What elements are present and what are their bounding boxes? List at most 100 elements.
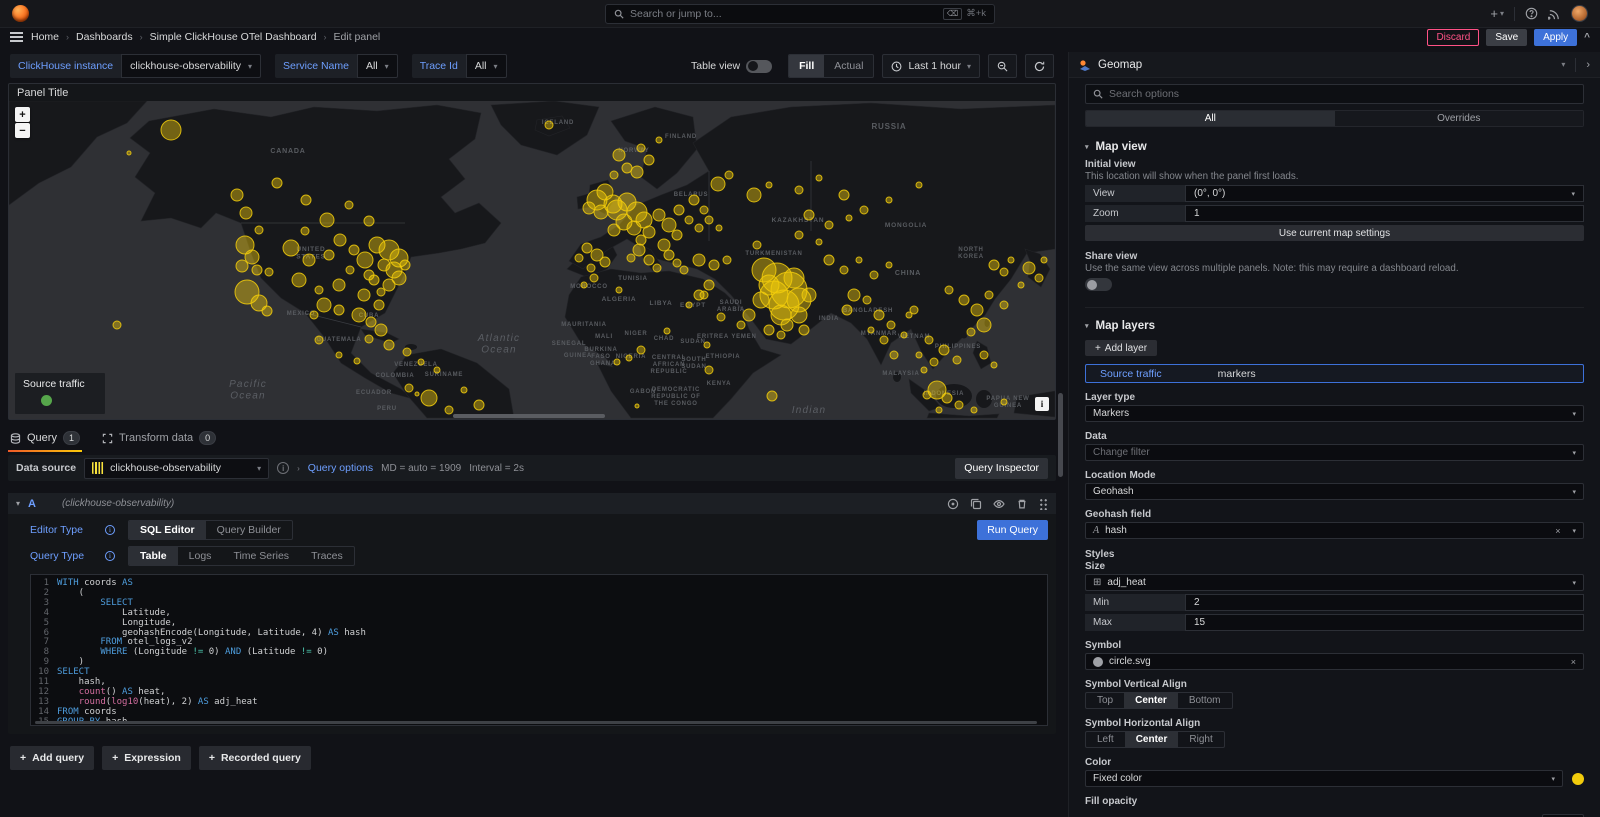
recorded-query-button[interactable]: +Recorded query	[199, 746, 311, 770]
query-builder-option[interactable]: Query Builder	[206, 521, 292, 539]
map-attribution-info-button[interactable]: i	[1035, 397, 1049, 411]
chevron-down-icon[interactable]: ▾	[1561, 60, 1565, 69]
query-type-time-series[interactable]: Time Series	[222, 547, 300, 565]
time-range-picker[interactable]: Last 1 hour ▾	[882, 54, 980, 78]
help-icon[interactable]	[1525, 7, 1538, 20]
add-query-button[interactable]: +Add query	[10, 746, 94, 770]
use-current-map-settings-button[interactable]: Use current map settings	[1085, 225, 1584, 241]
search-input[interactable]: Search or jump to... ⌫⌘+k	[605, 4, 995, 24]
actual-option[interactable]: Actual	[824, 55, 873, 77]
view-select[interactable]: (0°, 0°)▾	[1185, 185, 1584, 202]
add-new-button[interactable]: +▾	[1490, 7, 1504, 20]
query-inspector-button[interactable]: Query Inspector	[955, 458, 1048, 479]
data-select[interactable]: Change filter▾	[1085, 444, 1584, 461]
chevron-down-icon: ▾	[1085, 143, 1089, 151]
query-footer: +Add query +Expression +Recorded query	[10, 746, 1060, 770]
sql-editor-option[interactable]: SQL Editor	[129, 521, 206, 539]
grafana-logo-icon[interactable]	[12, 5, 29, 22]
hide-query-icon[interactable]	[993, 498, 1005, 510]
color-select[interactable]: Fixed color▾	[1085, 770, 1563, 787]
align-top-option[interactable]: Top	[1086, 693, 1124, 708]
duplicate-query-icon[interactable]	[970, 498, 982, 510]
tab-transform-data[interactable]: Transform data 0	[102, 426, 216, 450]
zoom-input[interactable]: 1	[1185, 205, 1584, 222]
map-zoom-in-button[interactable]: +	[15, 107, 30, 122]
map-view-section-header[interactable]: ▾Map view	[1085, 141, 1584, 153]
chevron-down-icon[interactable]: ▾	[16, 499, 20, 508]
sql-horizontal-scrollbar[interactable]	[35, 721, 1037, 724]
map-canvas[interactable]: RUSSIACANADAUNITEDSTATESMEXICOCUBAGUATEM…	[9, 101, 1055, 419]
align-center-option[interactable]: Center	[1124, 693, 1178, 708]
svg-text:MOROCCO: MOROCCO	[570, 284, 608, 290]
variable-value-dropdown[interactable]: All▾	[466, 54, 507, 78]
apply-button[interactable]: Apply	[1534, 29, 1577, 46]
query-type-traces[interactable]: Traces	[300, 547, 354, 565]
map-zoom-out-button[interactable]: −	[15, 123, 30, 138]
close-options-pane-icon[interactable]: ›	[1586, 59, 1590, 71]
panel-title[interactable]: Panel Title	[9, 84, 1055, 101]
search-icon	[614, 9, 624, 19]
user-avatar[interactable]	[1571, 5, 1588, 22]
query-row-header[interactable]: ▾ A (clickhouse-observability)	[8, 493, 1056, 514]
share-view-toggle[interactable]	[1085, 278, 1112, 291]
table-view-toggle[interactable]: Table view	[683, 54, 780, 78]
chevron-right-icon[interactable]: ›	[297, 464, 300, 473]
discard-button[interactable]: Discard	[1427, 29, 1479, 46]
clear-icon[interactable]: ×	[1571, 657, 1576, 667]
tab-overrides[interactable]: Overrides	[1335, 111, 1584, 126]
datasource-picker[interactable]: clickhouse-observability ▾	[84, 458, 269, 479]
svg-text:FINLAND: FINLAND	[665, 134, 697, 140]
query-editor-card: ▾ A (clickhouse-observability) Editor Ty…	[8, 493, 1056, 734]
news-icon[interactable]	[1548, 7, 1561, 20]
layer-type-select[interactable]: Markers▾	[1085, 405, 1584, 422]
min-input[interactable]: 2	[1185, 594, 1584, 611]
world-map[interactable]: RUSSIACANADAUNITEDSTATESMEXICOCUBAGUATEM…	[9, 101, 1055, 419]
drag-handle-icon[interactable]	[1039, 498, 1048, 510]
fill-actual-switch: Fill Actual	[788, 54, 874, 78]
map-layers-section-header[interactable]: ▾Map layers	[1085, 320, 1584, 332]
query-help-icon[interactable]	[947, 498, 959, 510]
query-options-link[interactable]: Query options	[308, 462, 373, 474]
editor-type-row: Editor Type i SQL Editor Query Builder R…	[30, 520, 1048, 540]
fill-option[interactable]: Fill	[789, 55, 824, 77]
tab-all[interactable]: All	[1086, 111, 1335, 126]
clear-icon[interactable]: ×	[1555, 526, 1560, 536]
symbol-select[interactable]: circle.svg ×	[1085, 653, 1584, 670]
menu-icon[interactable]	[10, 32, 23, 42]
breadcrumb-dashboards[interactable]: Dashboards	[76, 31, 133, 43]
save-button[interactable]: Save	[1486, 29, 1527, 46]
collapse-header-icon[interactable]: ^	[1584, 32, 1590, 43]
map-horizontal-scrollbar[interactable]	[453, 414, 605, 418]
sql-code[interactable]: WITH coords AS ( SELECT Latitude, Longit…	[57, 579, 366, 726]
variable-value-dropdown[interactable]: clickhouse-observability▾	[121, 54, 261, 78]
datasource-help-icon[interactable]: i	[277, 462, 289, 474]
zoom-field-label: Zoom	[1085, 205, 1185, 222]
fixed-color-swatch[interactable]	[1572, 773, 1584, 785]
max-input[interactable]: 15	[1185, 614, 1584, 631]
align-right-option[interactable]: Right	[1178, 732, 1223, 747]
layer-item-source-traffic[interactable]: Source traffic markers	[1085, 364, 1584, 383]
options-search-input[interactable]: Search options	[1085, 84, 1584, 104]
query-type-table[interactable]: Table	[129, 547, 178, 565]
variable-value-dropdown[interactable]: All▾	[357, 54, 398, 78]
geomap-panel: Panel Title RUSSIACANADAUNITEDSTATESMEXI…	[8, 83, 1056, 420]
run-query-button[interactable]: Run Query	[977, 520, 1048, 540]
breadcrumb-dashboard-name[interactable]: Simple ClickHouse OTel Dashboard	[150, 31, 317, 43]
breadcrumb-home[interactable]: Home	[31, 31, 59, 43]
tab-query[interactable]: Query 1	[10, 426, 80, 450]
align-center-option[interactable]: Center	[1125, 732, 1179, 747]
size-select[interactable]: ⊞ adj_heat▾	[1085, 574, 1584, 591]
svg-text:KENYA: KENYA	[707, 381, 731, 387]
expression-button[interactable]: +Expression	[102, 746, 191, 770]
location-mode-select[interactable]: Geohash▾	[1085, 483, 1584, 500]
query-type-logs[interactable]: Logs	[178, 547, 223, 565]
align-left-option[interactable]: Left	[1086, 732, 1125, 747]
align-bottom-option[interactable]: Bottom	[1178, 693, 1232, 708]
zoom-out-time-button[interactable]	[988, 54, 1017, 78]
geohash-field-select[interactable]: A hash ×▾	[1085, 522, 1584, 539]
main-vertical-scrollbar[interactable]	[1058, 393, 1063, 477]
delete-query-icon[interactable]	[1016, 498, 1028, 510]
add-layer-button[interactable]: +Add layer	[1085, 340, 1157, 356]
refresh-button[interactable]	[1025, 54, 1054, 78]
sql-editor[interactable]: 123456789101112131415 WITH coords AS ( S…	[30, 574, 1048, 726]
